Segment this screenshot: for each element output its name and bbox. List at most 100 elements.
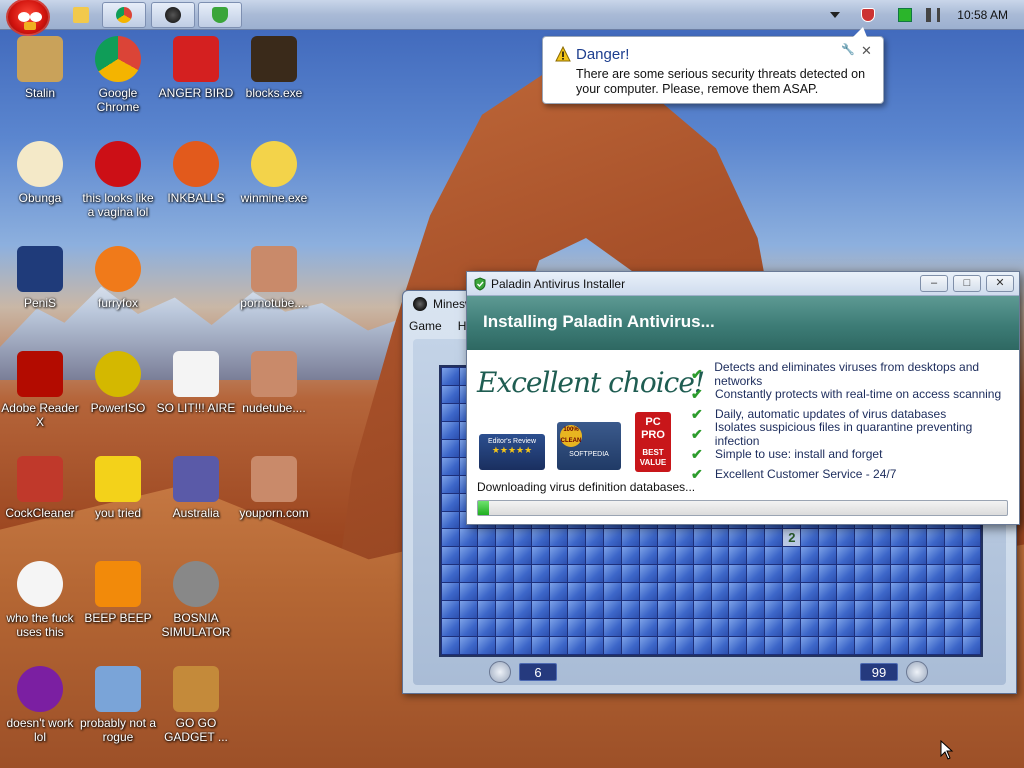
mine-cell[interactable]: [927, 565, 945, 583]
mine-cell[interactable]: [693, 583, 711, 601]
mine-cell[interactable]: [567, 637, 585, 654]
desktop-icon[interactable]: GO GO GADGET ...: [156, 666, 236, 744]
mine-cell[interactable]: [891, 529, 909, 547]
mine-cell[interactable]: [442, 368, 459, 385]
mine-cell[interactable]: [495, 583, 513, 601]
desktop-icon[interactable]: CockCleaner: [0, 456, 80, 520]
mine-cell[interactable]: [711, 547, 729, 565]
mine-cell[interactable]: [531, 619, 549, 637]
desktop-icon[interactable]: BOSNIA SIMULATOR: [156, 561, 236, 639]
mine-cell[interactable]: [927, 619, 945, 637]
mine-cell[interactable]: [747, 565, 765, 583]
mine-cell[interactable]: [495, 619, 513, 637]
mine-cell[interactable]: [567, 583, 585, 601]
mine-cell[interactable]: [927, 583, 945, 601]
mine-cell[interactable]: [675, 637, 693, 654]
mine-cell[interactable]: [639, 565, 657, 583]
desktop-icon[interactable]: blocks.exe: [234, 36, 314, 100]
maximize-button[interactable]: □: [953, 275, 981, 292]
mine-cell[interactable]: [585, 619, 603, 637]
mine-cell[interactable]: [639, 601, 657, 619]
mine-cell[interactable]: [801, 565, 819, 583]
mine-cell[interactable]: [711, 619, 729, 637]
mine-cell[interactable]: [675, 547, 693, 565]
mine-cell[interactable]: [891, 619, 909, 637]
taskbar-antivirus-button[interactable]: [198, 2, 242, 28]
mine-cell[interactable]: [657, 601, 675, 619]
mine-cell[interactable]: [963, 601, 980, 619]
mine-cell[interactable]: [477, 637, 495, 654]
mine-cell[interactable]: [567, 601, 585, 619]
mine-cell[interactable]: [711, 601, 729, 619]
desktop-icon[interactable]: furryfox: [78, 246, 158, 310]
mine-cell[interactable]: [963, 619, 980, 637]
mine-cell[interactable]: [729, 583, 747, 601]
mine-cell[interactable]: [549, 583, 567, 601]
mine-cell[interactable]: [765, 637, 783, 654]
mine-cell[interactable]: [765, 565, 783, 583]
mine-cell[interactable]: [621, 619, 639, 637]
mine-cell[interactable]: [585, 637, 603, 654]
mine-cell[interactable]: [783, 583, 801, 601]
mine-cell[interactable]: [549, 547, 567, 565]
wrench-icon[interactable]: 🔧: [841, 43, 855, 56]
mine-cell[interactable]: [729, 565, 747, 583]
mine-cell[interactable]: [459, 637, 477, 654]
mine-cell[interactable]: [477, 619, 495, 637]
mine-cell[interactable]: [442, 421, 459, 439]
mine-cell[interactable]: [495, 637, 513, 654]
mine-cell[interactable]: [765, 601, 783, 619]
mine-cell[interactable]: [819, 583, 837, 601]
mine-cell[interactable]: [891, 547, 909, 565]
mine-cell[interactable]: [801, 583, 819, 601]
mine-cell[interactable]: [567, 619, 585, 637]
mine-cell[interactable]: [657, 547, 675, 565]
mine-cell[interactable]: [549, 529, 567, 547]
mine-cell[interactable]: [837, 619, 855, 637]
start-button[interactable]: [6, 0, 50, 36]
mine-cell[interactable]: [675, 619, 693, 637]
mine-cell[interactable]: [442, 511, 459, 529]
mine-cell[interactable]: [855, 529, 873, 547]
close-icon[interactable]: ✕: [861, 43, 872, 59]
mine-cell[interactable]: [855, 565, 873, 583]
mine-cell[interactable]: [801, 637, 819, 654]
volume-icon[interactable]: [926, 8, 941, 22]
desktop-icon[interactable]: doesn't work lol: [0, 666, 80, 744]
mine-cell[interactable]: [855, 601, 873, 619]
mine-cell[interactable]: [909, 583, 927, 601]
mine-cell[interactable]: [747, 529, 765, 547]
network-icon[interactable]: [898, 8, 913, 22]
mine-cell[interactable]: [819, 547, 837, 565]
mine-cell[interactable]: [657, 583, 675, 601]
mine-cell[interactable]: [945, 547, 963, 565]
mine-cell[interactable]: [639, 583, 657, 601]
mine-cell[interactable]: [531, 583, 549, 601]
mine-cell[interactable]: [819, 565, 837, 583]
mine-cell[interactable]: [442, 403, 459, 421]
mine-cell[interactable]: [585, 601, 603, 619]
mine-cell[interactable]: [675, 529, 693, 547]
desktop-icon[interactable]: who the fuck uses this: [0, 561, 80, 639]
mine-cell[interactable]: [873, 637, 891, 654]
mine-cell[interactable]: [837, 637, 855, 654]
mine-cell[interactable]: [477, 547, 495, 565]
mine-cell[interactable]: [531, 637, 549, 654]
minesweeper-titlebar[interactable]: Minesw: [413, 297, 474, 311]
mine-cell[interactable]: [801, 547, 819, 565]
mine-cell[interactable]: [945, 601, 963, 619]
mine-cell[interactable]: [783, 619, 801, 637]
mine-cell[interactable]: [442, 475, 459, 493]
mine-cell[interactable]: [909, 601, 927, 619]
mine-cell[interactable]: [783, 601, 801, 619]
mine-cell[interactable]: [639, 547, 657, 565]
mine-cell[interactable]: [639, 619, 657, 637]
desktop-icon[interactable]: you tried: [78, 456, 158, 520]
mine-cell[interactable]: [783, 547, 801, 565]
mine-cell[interactable]: [729, 529, 747, 547]
mine-cell[interactable]: [621, 529, 639, 547]
mine-cell[interactable]: [729, 547, 747, 565]
mine-cell[interactable]: [549, 619, 567, 637]
desktop-icon[interactable]: Obunga: [0, 141, 80, 205]
mine-cell[interactable]: [693, 565, 711, 583]
